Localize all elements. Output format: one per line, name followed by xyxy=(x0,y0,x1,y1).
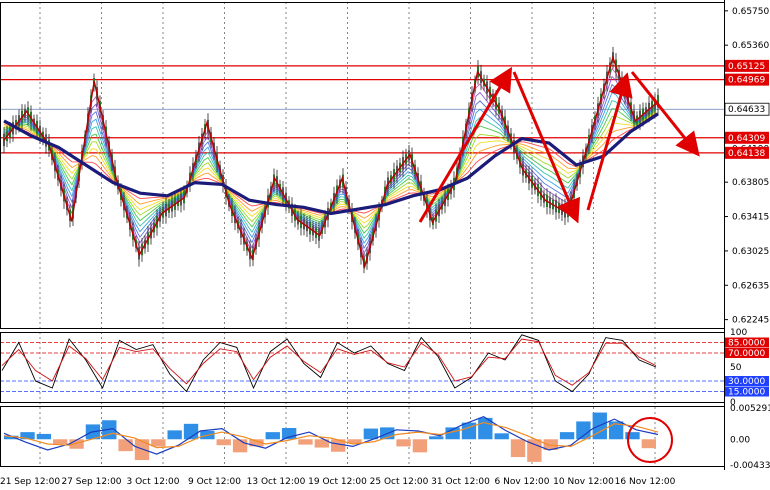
macd-histogram-bar xyxy=(216,439,231,446)
x-tick-label: 3 Oct 12:00 xyxy=(127,477,180,487)
macd-histogram-bar xyxy=(167,430,182,440)
y-tick-label: 0.63805 xyxy=(732,178,769,188)
x-tick-label: 21 Sep 12:00 xyxy=(0,477,60,487)
x-tick-label: 27 Sep 12:00 xyxy=(61,477,121,487)
y-tick-label: 0.63415 xyxy=(732,213,769,223)
x-tick-label: 16 Nov 12:00 xyxy=(615,477,676,487)
price-level-tag-text: 0.65125 xyxy=(728,62,765,72)
macd-histogram-bar xyxy=(265,432,280,440)
x-tick-label: 10 Nov 12:00 xyxy=(553,477,614,487)
macd-histogram-bar xyxy=(151,439,166,447)
macd-histogram-bar xyxy=(429,436,444,440)
y-tick-label: 0.63025 xyxy=(732,247,769,257)
macd-histogram-bar xyxy=(412,439,428,453)
y-tick-label: 0.62635 xyxy=(732,281,769,291)
stochastic-level-tag-text: 15.0000 xyxy=(728,388,765,398)
stochastic-level-tag-text: 85.0000 xyxy=(728,339,765,349)
macd-y-tick: -0.004331 xyxy=(730,461,770,471)
chart-background xyxy=(0,0,770,490)
y-tick-label: 0.65360 xyxy=(732,41,769,51)
macd-histogram-bar xyxy=(494,433,509,440)
x-tick-label: 31 Oct 12:00 xyxy=(431,477,490,487)
price-level-tag: 0.64969 xyxy=(725,73,769,86)
macd-histogram-bar xyxy=(559,432,575,440)
macd-histogram-bar xyxy=(396,439,411,447)
x-tick-label: 13 Oct 12:00 xyxy=(247,477,306,487)
macd-histogram-bar xyxy=(232,439,248,453)
x-tick-label: 6 Nov 12:00 xyxy=(495,477,550,487)
stochastic-level-tag: 70.0000 xyxy=(725,348,769,359)
current-price-tag: 0.64633 xyxy=(724,102,770,116)
stochastic-level-tag: 85.0000 xyxy=(725,337,769,349)
macd-histogram-bar xyxy=(641,439,656,449)
price-level-tag: 0.65125 xyxy=(725,59,769,72)
x-tick-label: 9 Oct 12:00 xyxy=(188,477,241,487)
macd-histogram-bar xyxy=(461,422,477,440)
macd-histogram-bar xyxy=(298,439,313,445)
macd-y-tick: 0.00 xyxy=(730,435,750,445)
stochastic-y-tick: 50 xyxy=(730,363,742,373)
stochastic-level-tag: 15.0000 xyxy=(725,386,769,398)
price-level-tag: 0.64138 xyxy=(725,146,769,159)
y-tick-label: 0.62245 xyxy=(732,316,769,326)
current-price-tag-text: 0.64633 xyxy=(728,105,765,115)
macd-histogram-bar xyxy=(118,439,133,452)
macd-histogram-bar xyxy=(576,421,591,440)
y-tick-label: 0.65750 xyxy=(732,7,769,17)
stochastic-y-tick: 100 xyxy=(730,328,747,338)
price-level-tag-text: 0.64138 xyxy=(728,149,765,159)
stochastic-level-tag-text: 30.0000 xyxy=(728,377,765,387)
macd-histogram-bar xyxy=(134,439,150,461)
macd-histogram-bar xyxy=(36,433,52,440)
price-level-tag-text: 0.64969 xyxy=(728,76,765,86)
x-tick-label: 19 Oct 12:00 xyxy=(308,477,367,487)
stochastic-level-tag-text: 70.0000 xyxy=(728,349,765,359)
price-level-tag: 0.64309 xyxy=(725,131,769,144)
price-level-tag-text: 0.64309 xyxy=(728,134,765,144)
forex-chart[interactable]: 21 Sep 12:00 27 Sep 12:00 3 Oct 12:00 9 Oct… xyxy=(0,0,770,490)
x-tick-label: 25 Oct 12:00 xyxy=(370,477,429,487)
stochastic-level-tag: 30.0000 xyxy=(725,376,769,387)
macd-histogram-bar xyxy=(53,439,68,445)
macd-histogram-bar xyxy=(510,439,526,458)
macd-y-tick: 0.0052915 xyxy=(730,404,770,414)
